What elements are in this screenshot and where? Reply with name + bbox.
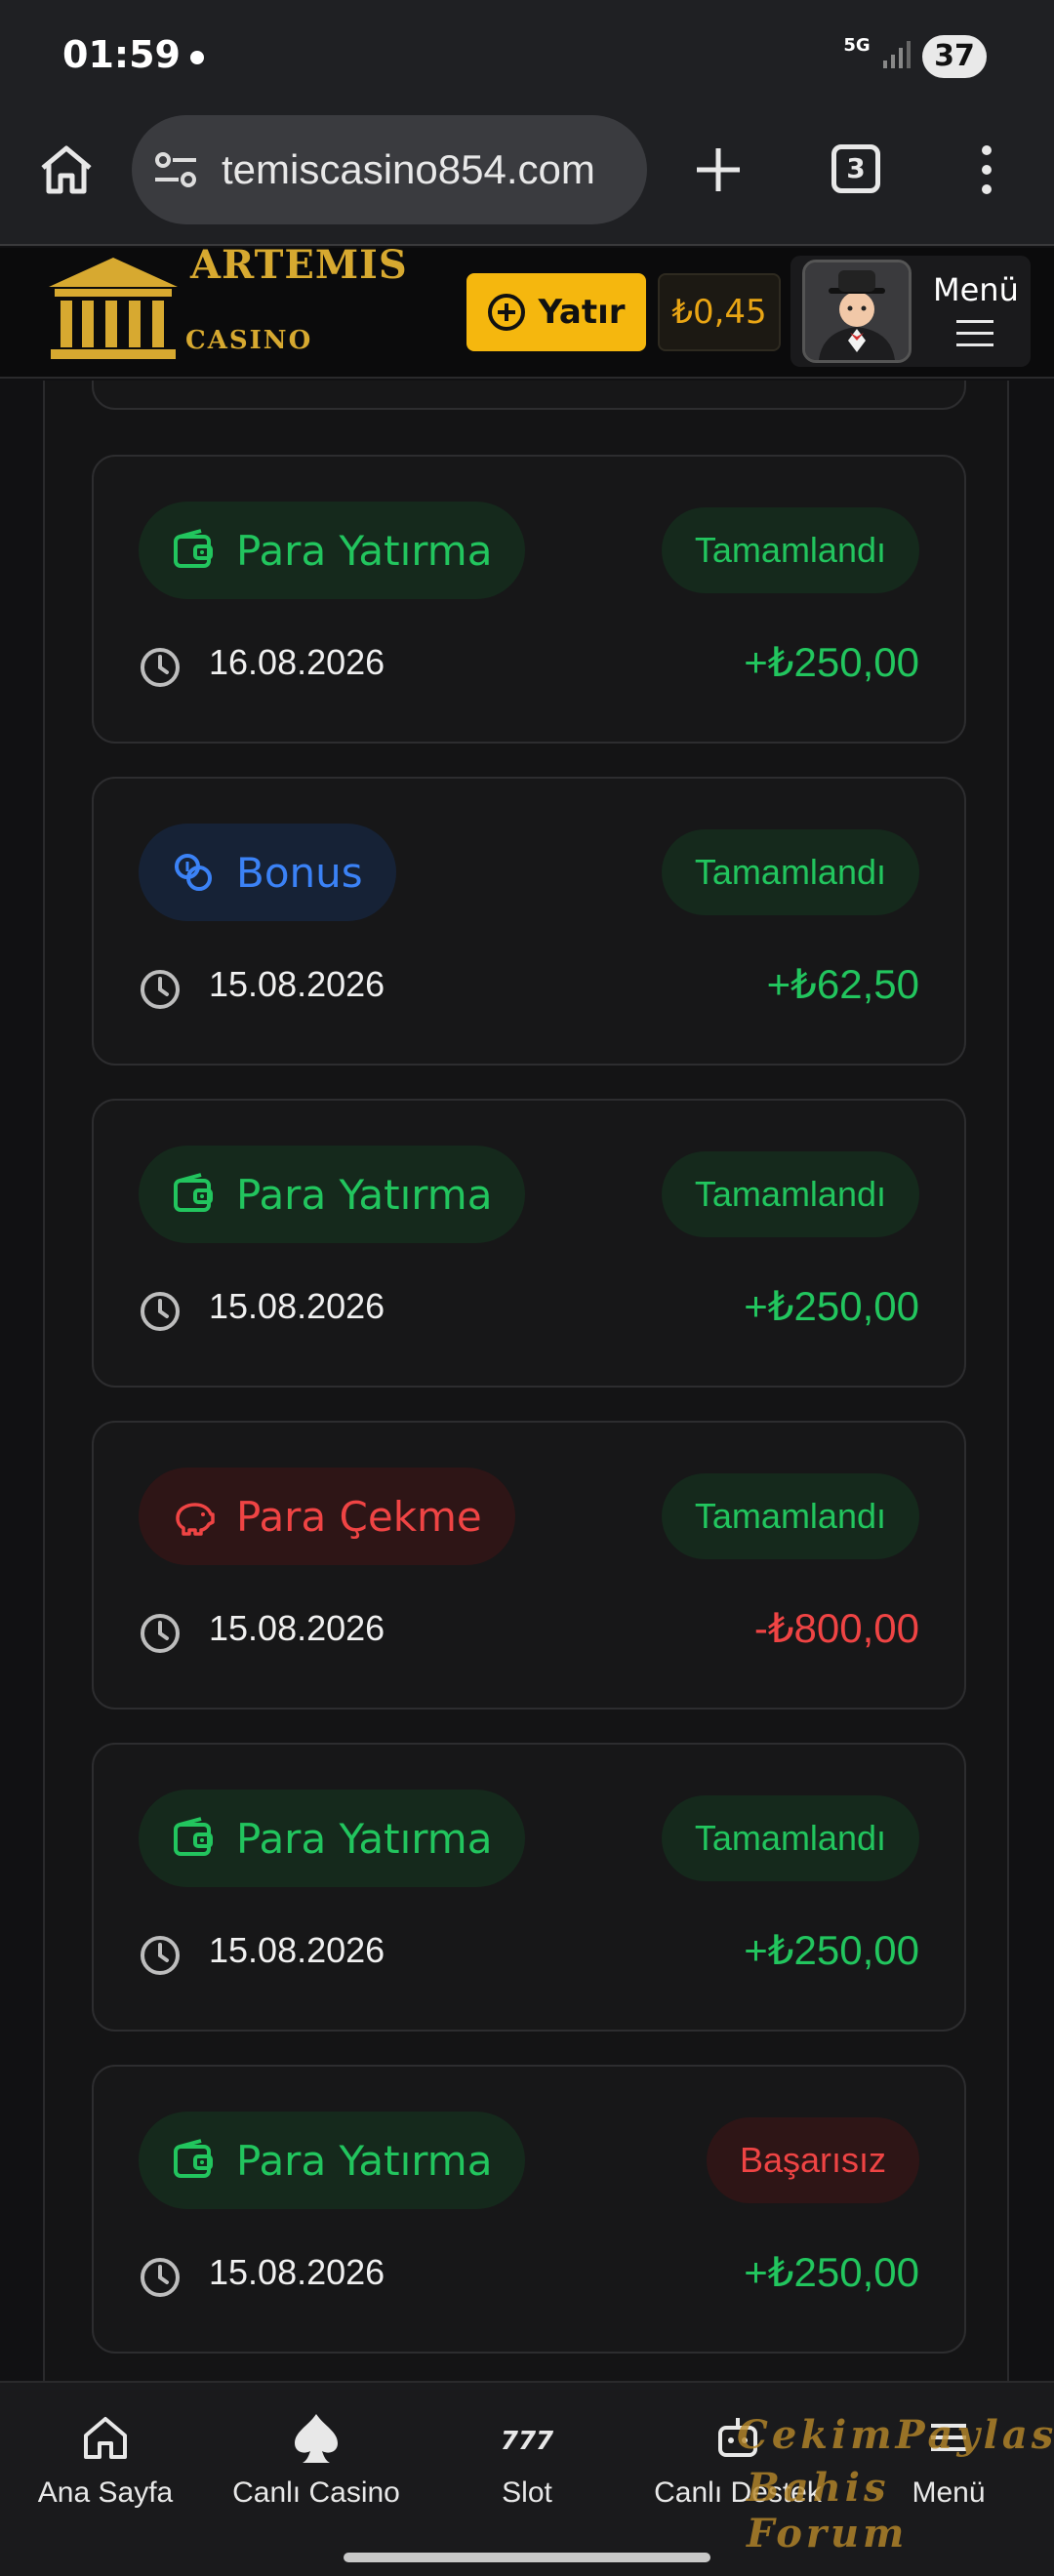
nav-label: Slot [502, 2476, 552, 2509]
transaction-history[interactable]: Para Yatırma Tamamlandı 16.08.2026 +₺250,00… [43, 381, 1009, 2381]
transaction-amount: +₺250,00 [744, 2249, 919, 2295]
nav-slot[interactable]: 777 Slot [422, 2410, 632, 2527]
nav-label: Canlı Casino [232, 2476, 400, 2509]
home-icon[interactable] [37, 141, 96, 199]
slot-777-icon: 777 [501, 2427, 554, 2456]
transaction-type-badge: Para Çekme [139, 1468, 515, 1565]
transaction-amount: +₺250,00 [744, 1927, 919, 1973]
site-header: ARTEMIS CASINO Yatır ₺0,45 Menü [0, 248, 1054, 379]
transaction-date: 15.08.2026 [209, 964, 385, 1004]
transaction-type-badge: Para Yatırma [139, 1790, 526, 1887]
status-badge: Başarısız [706, 2117, 919, 2203]
watermark-line-1: CekimPaylas [737, 2412, 1054, 2458]
piggy-bank-icon [172, 1495, 215, 1538]
status-badge: Tamamlandı [661, 829, 919, 915]
transaction-type: Para Çekme [236, 1492, 482, 1541]
tab-switcher-button[interactable]: 3 [831, 144, 880, 193]
transaction-type: Bonus [236, 848, 363, 897]
home-indicator[interactable] [344, 2553, 710, 2562]
coins-icon [172, 851, 215, 894]
transaction-card[interactable]: Para Yatırma Tamamlandı 15.08.2026 +₺250,00 [92, 1099, 966, 1388]
address-bar[interactable]: temiscasino854.com [132, 115, 647, 224]
network-5g-icon: 5G [843, 35, 871, 56]
wallet-icon [172, 529, 215, 572]
transaction-card[interactable]: Para Yatırma Başarısız 15.08.2026 +₺250,00 [92, 2065, 966, 2354]
clock-icon [139, 968, 182, 1011]
transaction-card[interactable]: Para Çekme Tamamlandı 15.08.2026 -₺800,00 [92, 1421, 966, 1710]
transaction-date: 15.08.2026 [209, 1930, 385, 1970]
more-options-icon[interactable] [972, 142, 1001, 197]
menu-label: Menü [933, 271, 1019, 308]
transaction-amount: +₺62,50 [766, 961, 919, 1007]
clock-icon [139, 2256, 182, 2299]
transaction-amount: +₺250,00 [744, 1283, 919, 1329]
new-tab-icon[interactable] [691, 142, 746, 197]
transaction-card[interactable]: Bonus Tamamlandı 15.08.2026 +₺62,50 [92, 777, 966, 1066]
wallet-icon [172, 1173, 215, 1216]
status-badge: Tamamlandı [661, 1151, 919, 1237]
notification-dot-icon [190, 51, 204, 64]
transaction-date: 16.08.2026 [209, 642, 385, 682]
status-badge: Tamamlandı [661, 1473, 919, 1559]
transaction-card[interactable]: Para Yatırma Tamamlandı 15.08.2026 +₺250,00 [92, 1743, 966, 2032]
hamburger-icon [956, 320, 993, 346]
status-time: 01:59 [62, 33, 181, 76]
transaction-amount: -₺800,00 [753, 1605, 919, 1651]
forum-watermark: CekimPaylas Bahis Forum [727, 2404, 1054, 2556]
transaction-type: Para Yatırma [236, 1170, 493, 1219]
transaction-type: Para Yatırma [236, 2136, 493, 2185]
battery-indicator: 37 [922, 35, 987, 78]
deposit-button[interactable]: Yatır [466, 273, 646, 351]
home-icon [84, 2417, 127, 2459]
avatar[interactable] [802, 260, 912, 363]
logo-title: ARTEMIS [190, 248, 408, 288]
transaction-card-partial [92, 381, 966, 410]
transaction-type: Para Yatırma [236, 526, 493, 575]
watermark-line-2: Bahis Forum [747, 2465, 909, 2556]
nav-label: Ana Sayfa [37, 2476, 174, 2509]
url-text: temiscasino854.com [222, 146, 595, 192]
clock-icon [139, 1290, 182, 1333]
wallet-icon [172, 2139, 215, 2182]
transaction-type-badge: Para Yatırma [139, 502, 526, 599]
signal-icon [883, 41, 911, 68]
transaction-date: 15.08.2026 [209, 1286, 385, 1326]
bottom-navigation: Ana Sayfa Canlı Casino 777 Slot Canlı De… [0, 2381, 1054, 2576]
browser-toolbar: temiscasino854.com 3 [0, 113, 1054, 246]
transaction-date: 15.08.2026 [209, 2252, 385, 2292]
status-badge: Tamamlandı [661, 1795, 919, 1881]
transaction-type-badge: Para Yatırma [139, 2112, 526, 2209]
transaction-date: 15.08.2026 [209, 1608, 385, 1648]
logo-subtitle: CASINO [185, 326, 313, 355]
menu-button[interactable]: Menü [790, 256, 1031, 367]
clock-icon [139, 1612, 182, 1655]
balance-display[interactable]: ₺0,45 [658, 273, 781, 351]
site-settings-icon[interactable] [153, 148, 198, 191]
transaction-type-badge: Para Yatırma [139, 1146, 526, 1243]
temple-logo-icon [49, 258, 178, 359]
nav-canli-casino[interactable]: Canlı Casino [211, 2410, 422, 2527]
plus-circle-icon [488, 294, 526, 331]
nav-ana-sayfa[interactable]: Ana Sayfa [0, 2410, 211, 2527]
clock-icon [139, 646, 182, 689]
transaction-type: Para Yatırma [236, 1814, 493, 1863]
clock-icon [139, 1934, 182, 1977]
casino-logo[interactable]: ARTEMIS CASINO [29, 248, 415, 373]
svg-text:777: 777 [501, 2427, 554, 2456]
transaction-amount: +₺250,00 [744, 639, 919, 685]
status-bar: 01:59 5G 37 [0, 0, 1054, 113]
wallet-icon [172, 1817, 215, 1860]
status-badge: Tamamlandı [661, 507, 919, 593]
transaction-card[interactable]: Para Yatırma Tamamlandı 16.08.2026 +₺250,00 [92, 455, 966, 744]
transaction-type-badge: Bonus [139, 824, 396, 921]
deposit-label: Yatır [538, 293, 626, 332]
user-avatar-icon [805, 262, 909, 360]
spade-icon [295, 2414, 338, 2463]
